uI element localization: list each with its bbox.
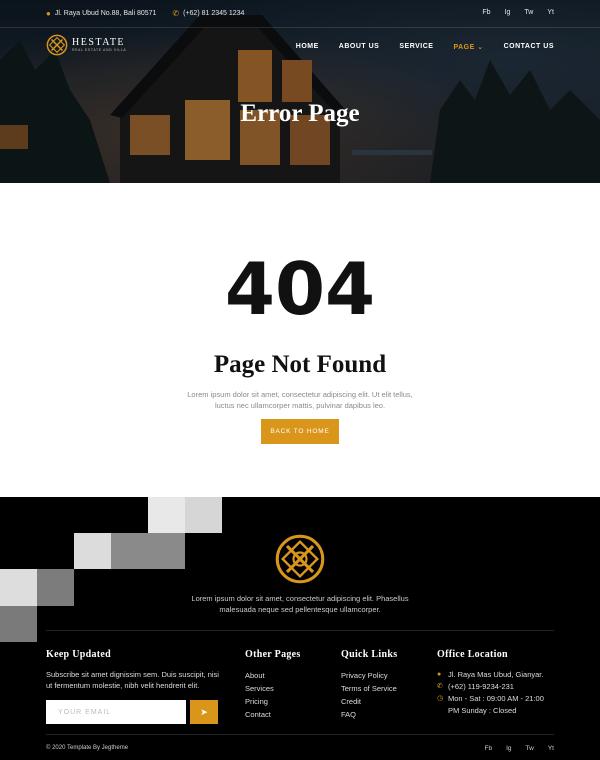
office-phone-text: (+62) 119-9234-231: [448, 682, 514, 691]
top-bar: ● Jl. Raya Ubud No.88, Bali 80571 ✆ (+62…: [0, 0, 600, 28]
footer-social-tw[interactable]: Tw: [526, 745, 534, 752]
social-link-ig[interactable]: Ig: [505, 9, 511, 16]
footer: Lorem ipsum dolor sit amet, consectetur …: [0, 497, 600, 760]
chevron-down-icon: ⌄: [477, 44, 484, 51]
hero-banner: ● Jl. Raya Ubud No.88, Bali 80571 ✆ (+62…: [0, 0, 600, 183]
keep-updated-text: Subscribe sit amet dignissim sem. Duis s…: [46, 670, 219, 690]
brand-logo[interactable]: HESTATE REAL ESTATE AND VILLA: [46, 34, 126, 56]
decor-square: [74, 533, 111, 569]
top-socials: Fb Ig Tw Yt: [482, 9, 554, 16]
navbar: HESTATE REAL ESTATE AND VILLA HOME ABOUT…: [0, 28, 600, 66]
decor-square: [0, 606, 37, 642]
office-address-text: Jl. Raya Mas Ubud, Gianyar.: [448, 670, 544, 679]
send-icon: ➤: [200, 706, 208, 717]
footer-link-terms[interactable]: Terms of Service: [341, 682, 397, 695]
footer-link-contact[interactable]: Contact: [245, 708, 301, 721]
top-address: Jl. Raya Ubud No.88, Bali 80571: [54, 10, 157, 17]
footer-col-keep-updated: Keep Updated Subscribe sit amet dignissi…: [46, 649, 222, 691]
decor-square: [0, 569, 37, 606]
brand-emblem-icon: [46, 34, 68, 56]
footer-socials: Fb Ig Tw Yt: [485, 745, 554, 752]
error-heading: Page Not Found: [213, 351, 387, 378]
nav-item-contact[interactable]: CONTACT US: [504, 43, 554, 51]
footer-bottom-divider: [46, 734, 554, 735]
phone-icon: ✆: [172, 9, 180, 18]
location-pin-icon: ●: [46, 9, 51, 18]
nav-item-home[interactable]: HOME: [296, 43, 319, 51]
page-title: Error Page: [240, 100, 360, 127]
footer-emblem-icon: [275, 534, 325, 584]
footer-link-services[interactable]: Services: [245, 682, 301, 695]
phone-icon: ✆: [437, 683, 443, 690]
brand-name: HESTATE: [72, 36, 126, 48]
decor-square: [185, 497, 222, 533]
keep-updated-title: Keep Updated: [46, 649, 111, 660]
nav-item-page-label: PAGE: [453, 44, 475, 51]
subscribe-button[interactable]: ➤: [190, 700, 218, 724]
footer-link-credit[interactable]: Credit: [341, 695, 397, 708]
brand-tagline: REAL ESTATE AND VILLA: [72, 47, 127, 52]
email-input[interactable]: [46, 700, 186, 724]
footer-description: Lorem ipsum dolor sit amet, consectetur …: [191, 594, 409, 614]
error-description: Lorem ipsum dolor sit amet, consectetur …: [187, 390, 413, 410]
office-address: ● Jl. Raya Mas Ubud, Gianyar.: [437, 669, 554, 681]
footer-col-quick-links: Quick Links Privacy Policy Terms of Serv…: [341, 649, 397, 721]
nav-item-service[interactable]: SERVICE: [399, 43, 433, 51]
other-pages-title: Other Pages: [245, 649, 301, 660]
social-link-tw[interactable]: Tw: [524, 9, 533, 16]
clock-icon: ◷: [437, 695, 444, 702]
footer-social-yt[interactable]: Yt: [548, 745, 554, 752]
main-menu: HOME ABOUT US SERVICE PAGE ⌄ CONTACT US: [296, 43, 554, 51]
footer-social-fb[interactable]: Fb: [485, 745, 493, 752]
quick-links-title: Quick Links: [341, 649, 398, 660]
footer-social-ig[interactable]: Ig: [506, 745, 511, 752]
footer-link-privacy[interactable]: Privacy Policy: [341, 669, 397, 682]
subscribe-form: ➤: [46, 700, 218, 724]
footer-col-other-pages: Other Pages About Services Pricing Conta…: [245, 649, 301, 721]
nav-item-about[interactable]: ABOUT US: [339, 43, 380, 51]
decor-square: [111, 533, 185, 569]
office-hours: ◷ Mon - Sat : 09:00 AM - 21:00 PM Sunday…: [437, 693, 554, 717]
office-title: Office Location: [437, 649, 508, 660]
top-phone: (+62) 81 2345 1234: [183, 10, 245, 17]
social-link-yt[interactable]: Yt: [547, 9, 554, 16]
office-hours-text: Mon - Sat : 09:00 AM - 21:00 PM Sunday :…: [448, 694, 544, 715]
footer-divider: [46, 630, 554, 631]
footer-col-office: Office Location ● Jl. Raya Mas Ubud, Gia…: [437, 649, 554, 717]
location-pin-icon: ●: [437, 671, 442, 678]
office-phone: ✆ (+62) 119-9234-231: [437, 681, 554, 693]
decor-square: [37, 569, 74, 606]
footer-link-about[interactable]: About: [245, 669, 301, 682]
error-code: 404: [224, 247, 376, 331]
decor-square: [148, 497, 185, 533]
footer-link-pricing[interactable]: Pricing: [245, 695, 301, 708]
copyright: © 2020 Template By Jegtheme: [46, 745, 129, 751]
top-contact: ● Jl. Raya Ubud No.88, Bali 80571 ✆ (+62…: [46, 9, 244, 18]
error-section: 404 Page Not Found Lorem ipsum dolor sit…: [0, 183, 600, 497]
footer-link-faq[interactable]: FAQ: [341, 708, 397, 721]
nav-item-page[interactable]: PAGE ⌄: [453, 43, 483, 51]
social-link-fb[interactable]: Fb: [482, 9, 490, 16]
back-to-home-button[interactable]: BACK TO HOME: [261, 419, 339, 444]
